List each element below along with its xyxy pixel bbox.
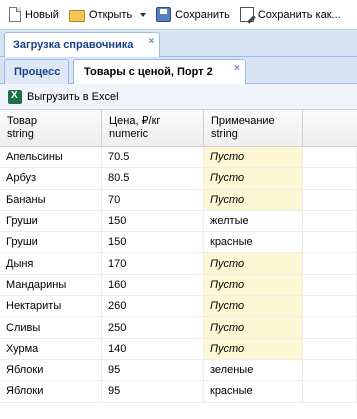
table-row[interactable]: Арбуз 80.5 Пусто bbox=[0, 168, 357, 190]
cell-note[interactable]: Пусто bbox=[204, 317, 303, 338]
grid-toolbar: Выгрузить в Excel bbox=[0, 84, 357, 110]
cell-product[interactable]: Нектариты bbox=[0, 296, 102, 317]
column-header-filler bbox=[303, 110, 357, 146]
table-row[interactable]: Сливы 250 Пусто bbox=[0, 317, 357, 339]
tab-reference-upload-label: Загрузка справочника bbox=[13, 39, 134, 51]
tab-reference-upload[interactable]: Загрузка справочника × bbox=[4, 32, 161, 57]
table-row[interactable]: Груши 150 желтые bbox=[0, 210, 357, 233]
cell-price[interactable]: 260 bbox=[102, 296, 204, 317]
cell-price[interactable]: 95 bbox=[102, 381, 204, 402]
cell-filler bbox=[303, 210, 357, 232]
grid-body: Апельсины 70.5 Пусто Арбуз 80.5 Пусто Бананы 70… bbox=[0, 147, 357, 403]
save-as-button[interactable]: Сохранить как... bbox=[237, 4, 344, 26]
cell-product[interactable]: Груши bbox=[0, 232, 102, 253]
cell-price[interactable]: 160 bbox=[102, 274, 204, 296]
cell-filler bbox=[303, 381, 357, 402]
cell-price[interactable]: 170 bbox=[102, 253, 204, 274]
cell-price[interactable]: 80.5 bbox=[102, 168, 204, 189]
close-icon[interactable]: × bbox=[149, 37, 155, 47]
cell-product[interactable]: Бананы bbox=[0, 189, 102, 210]
cell-product[interactable]: Дыня bbox=[0, 253, 102, 274]
cell-filler bbox=[303, 168, 357, 189]
table-row[interactable]: Яблоки 95 красные bbox=[0, 381, 357, 403]
cell-note[interactable]: красные bbox=[204, 381, 303, 402]
table-row[interactable]: Хурма 140 Пусто bbox=[0, 338, 357, 360]
folder-icon bbox=[68, 10, 85, 22]
data-grid: Товар string Цена, ₽/кг numeric Примечан… bbox=[0, 110, 357, 403]
cell-price[interactable]: 70.5 bbox=[102, 147, 204, 168]
close-icon[interactable]: × bbox=[234, 64, 240, 74]
save-as-icon bbox=[239, 7, 254, 22]
cell-filler bbox=[303, 359, 357, 381]
cell-price[interactable]: 140 bbox=[102, 338, 204, 359]
new-button[interactable]: Новый bbox=[4, 4, 62, 26]
cell-price[interactable]: 95 bbox=[102, 359, 204, 381]
cell-note[interactable]: Пусто bbox=[204, 147, 303, 168]
cell-product[interactable]: Хурма bbox=[0, 338, 102, 359]
cell-filler bbox=[303, 232, 357, 253]
cell-filler bbox=[303, 338, 357, 359]
cell-price[interactable]: 150 bbox=[102, 210, 204, 232]
column-header-product[interactable]: Товар string bbox=[0, 110, 102, 146]
table-row[interactable]: Апельсины 70.5 Пусто bbox=[0, 147, 357, 169]
cell-filler bbox=[303, 274, 357, 296]
cell-price[interactable]: 250 bbox=[102, 317, 204, 338]
chevron-down-icon[interactable] bbox=[140, 12, 147, 17]
cell-product[interactable]: Груши bbox=[0, 210, 102, 232]
cell-note[interactable]: Пусто bbox=[204, 253, 303, 274]
tab-process[interactable]: Процесс bbox=[4, 59, 69, 84]
export-excel-button[interactable]: Выгрузить в Excel bbox=[8, 86, 119, 108]
new-button-label: Новый bbox=[25, 8, 59, 21]
cell-filler bbox=[303, 296, 357, 317]
cell-note[interactable]: Пусто bbox=[204, 189, 303, 210]
table-row[interactable]: Груши 150 красные bbox=[0, 232, 357, 254]
export-excel-label: Выгрузить в Excel bbox=[27, 90, 119, 103]
cell-note[interactable]: красные bbox=[204, 232, 303, 253]
table-row[interactable]: Мандарины 160 Пусто bbox=[0, 274, 357, 297]
column-header-price[interactable]: Цена, ₽/кг numeric bbox=[102, 110, 204, 146]
column-header-note[interactable]: Примечание string bbox=[204, 110, 303, 146]
excel-icon bbox=[8, 89, 22, 104]
table-row[interactable]: Бананы 70 Пусто bbox=[0, 189, 357, 211]
cell-filler bbox=[303, 253, 357, 274]
grid-header: Товар string Цена, ₽/кг numeric Примечан… bbox=[0, 110, 357, 147]
cell-note[interactable]: желтые bbox=[204, 210, 303, 232]
sub-tab-bar: Процесс Товары с ценой, Порт 2 × bbox=[0, 57, 357, 84]
table-row[interactable]: Нектариты 260 Пусто bbox=[0, 296, 357, 318]
cell-product[interactable]: Яблоки bbox=[0, 359, 102, 381]
cell-note[interactable]: Пусто bbox=[204, 168, 303, 189]
cell-product[interactable]: Яблоки bbox=[0, 381, 102, 402]
open-button[interactable]: Открыть bbox=[66, 4, 149, 26]
table-row[interactable]: Яблоки 95 зеленые bbox=[0, 359, 357, 382]
cell-price[interactable]: 70 bbox=[102, 189, 204, 210]
save-button[interactable]: Сохранить bbox=[153, 4, 233, 26]
main-toolbar: Новый Открыть Сохранить Сохранить как... bbox=[0, 0, 357, 30]
tab-products-price-label: Товары с ценой, Порт 2 bbox=[84, 66, 213, 78]
cell-product[interactable]: Апельсины bbox=[0, 147, 102, 168]
tab-process-label: Процесс bbox=[14, 66, 61, 78]
cell-filler bbox=[303, 147, 357, 168]
save-button-label: Сохранить bbox=[175, 8, 230, 21]
cell-note[interactable]: зеленые bbox=[204, 359, 303, 381]
cell-filler bbox=[303, 189, 357, 210]
cell-note[interactable]: Пусто bbox=[204, 338, 303, 359]
cell-note[interactable]: Пусто bbox=[204, 274, 303, 296]
save-as-button-label: Сохранить как... bbox=[257, 8, 341, 21]
cell-filler bbox=[303, 317, 357, 338]
save-icon bbox=[156, 7, 172, 22]
cell-product[interactable]: Мандарины bbox=[0, 274, 102, 296]
tab-products-price[interactable]: Товары с ценой, Порт 2 × bbox=[73, 59, 246, 84]
cell-note[interactable]: Пусто bbox=[204, 296, 303, 317]
top-tab-bar: Загрузка справочника × bbox=[0, 30, 357, 57]
table-row[interactable]: Дыня 170 Пусто bbox=[0, 253, 357, 275]
cell-price[interactable]: 150 bbox=[102, 232, 204, 253]
open-button-label: Открыть bbox=[88, 8, 133, 21]
new-document-icon bbox=[9, 7, 21, 22]
cell-product[interactable]: Арбуз bbox=[0, 168, 102, 189]
cell-product[interactable]: Сливы bbox=[0, 317, 102, 338]
